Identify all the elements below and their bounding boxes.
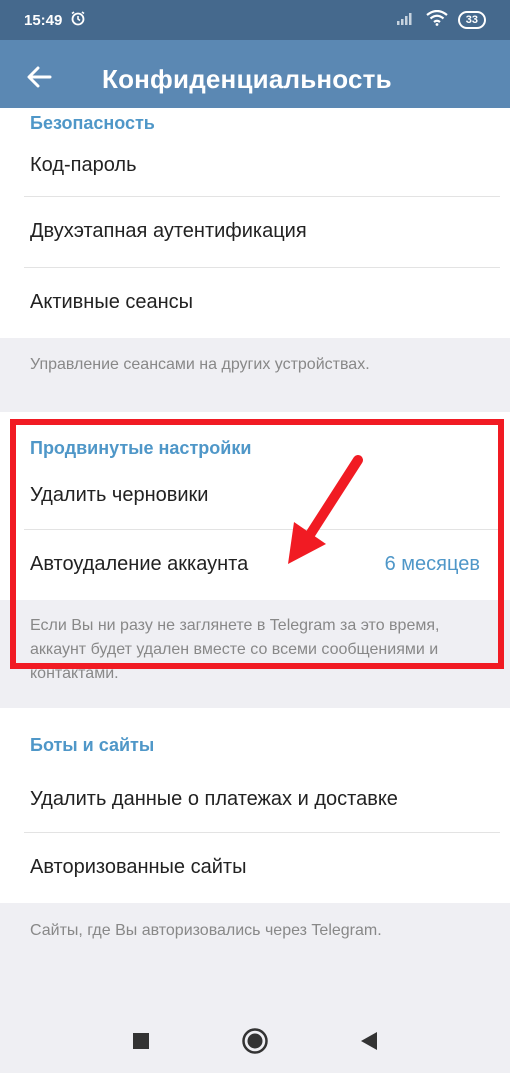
page-title: Конфиденциальность: [102, 63, 392, 94]
advanced-section: Продвинутые настройки Удалить черновики …: [0, 412, 510, 600]
advanced-header: Продвинутые настройки: [30, 437, 252, 458]
account-self-destruct-row[interactable]: Автоудаление аккаунта 6 месяцев: [0, 529, 510, 600]
settings-list: Безопасность Код-пароль Двухэтапная ауте…: [0, 108, 510, 963]
delete-payment-data-row[interactable]: Удалить данные о платежах и доставке: [0, 766, 510, 832]
row-label: Удалить данные о платежах и доставке: [30, 787, 398, 810]
status-bar: 15:49 33: [0, 0, 510, 40]
battery-level: 33: [465, 14, 478, 26]
wifi-icon: [426, 9, 448, 30]
security-section: Безопасность Код-пароль Двухэтапная ауте…: [0, 108, 510, 338]
row-label: Активные сеансы: [30, 291, 194, 313]
active-sessions-row[interactable]: Активные сеансы: [0, 267, 510, 338]
signal-icon: [396, 11, 416, 29]
recents-button[interactable]: [123, 1025, 159, 1061]
row-label: Двухэтапная аутентификация: [30, 220, 307, 242]
two-step-auth-row[interactable]: Двухэтапная аутентификация: [0, 196, 510, 267]
authorized-sites-row[interactable]: Авторизованные сайты: [0, 832, 510, 903]
status-icons: 33: [396, 9, 486, 30]
row-label: Автоудаление аккаунта: [30, 553, 249, 575]
system-back-button[interactable]: [351, 1025, 387, 1061]
arrow-left-icon: [26, 66, 52, 93]
app-bar: Конфиденциальность: [0, 40, 510, 118]
advanced-note: Если Вы ни разу не заглянете в Telegram …: [0, 600, 510, 708]
row-label: Удалить черновики: [30, 484, 209, 506]
home-circle-icon: [241, 1027, 269, 1060]
security-note: Управление сеансами на других устройства…: [0, 338, 510, 412]
back-triangle-icon: [360, 1031, 378, 1056]
self-destruct-value: 6 месяцев: [384, 553, 480, 575]
security-header: Безопасность: [30, 113, 155, 133]
bots-note: Сайты, где Вы авторизовались через Teleg…: [0, 903, 510, 963]
back-button[interactable]: [0, 66, 78, 93]
system-nav-bar: [0, 1013, 510, 1073]
row-label: Авторизованные сайты: [30, 856, 247, 878]
alarm-icon: [70, 10, 86, 30]
bots-header: Боты и сайты: [30, 734, 155, 755]
delete-drafts-row[interactable]: Удалить черновики: [0, 470, 510, 529]
home-button[interactable]: [237, 1025, 273, 1061]
battery-icon: 33: [457, 11, 486, 29]
row-label: Код-пароль: [30, 153, 137, 176]
bots-section: Боты и сайты Удалить данные о платежах и…: [0, 708, 510, 903]
passcode-row[interactable]: Код-пароль: [0, 134, 510, 196]
recents-square-icon: [132, 1032, 150, 1055]
status-time: 15:49: [24, 11, 63, 29]
